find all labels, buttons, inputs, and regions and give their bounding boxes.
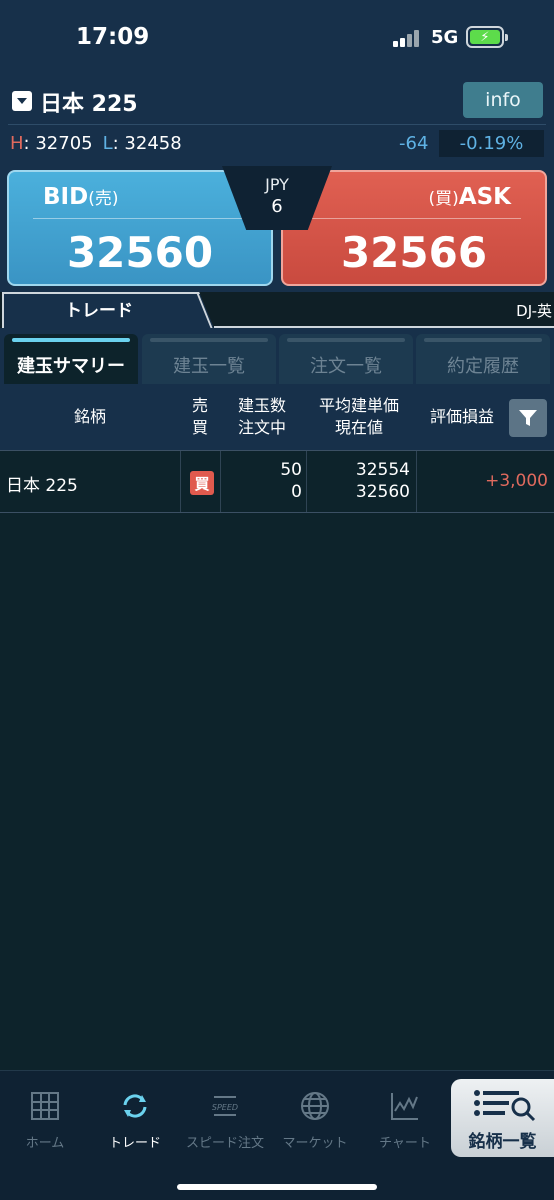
side-badge: 買: [190, 471, 214, 495]
row-quantity: 50 0: [280, 460, 302, 502]
high-label: H: [10, 133, 24, 154]
divider: [8, 124, 546, 125]
bid-price: 32560: [66, 228, 214, 277]
speed-icon: SPEED: [212, 1096, 238, 1116]
battery-icon: ⚡: [466, 26, 508, 48]
tab-dj[interactable]: DJ-英: [516, 300, 552, 321]
bottom-nav: ホーム トレード SPEED スピード注文 マーケット チャート 銘柄一覧: [0, 1070, 554, 1200]
header-pl: 評価損益: [429, 407, 494, 426]
grid-icon: [31, 1092, 59, 1120]
info-button[interactable]: info: [463, 82, 543, 118]
nav-symbol-list[interactable]: 銘柄一覧: [451, 1079, 554, 1157]
globe-icon: [301, 1092, 329, 1120]
nav-speed-order[interactable]: SPEED スピード注文: [180, 1071, 270, 1157]
high-low: H: 32705 L: 32458: [10, 133, 182, 154]
tab-position-summary[interactable]: 建玉サマリー: [4, 334, 138, 384]
low-label: L: [102, 133, 113, 154]
screen: 17:09 5G ⚡ 日本 225 info H: 32705 L: 32458 …: [0, 0, 554, 1200]
tab-order-list[interactable]: 注文一覧: [279, 334, 413, 384]
change-value: -64: [399, 133, 429, 154]
table-header: 銘柄 売買 建玉数 注文中 平均建単価 現在値 評価損益: [0, 384, 554, 450]
status-time: 17:09: [76, 24, 150, 50]
tab-execution-history[interactable]: 約定履歴: [416, 334, 550, 384]
svg-text:SPEED: SPEED: [212, 1103, 238, 1112]
row-symbol: 日本 225: [6, 476, 78, 496]
nav-trade[interactable]: トレード: [90, 1071, 180, 1157]
sub-tabs: 建玉サマリー 建玉一覧 注文一覧 約定履歴: [0, 328, 554, 384]
high-value: : 32705: [23, 133, 93, 154]
network-label: 5G: [431, 27, 459, 48]
row-pl: +3,000: [485, 471, 548, 491]
row-price: 32554 32560: [355, 460, 410, 502]
header-price: 平均建単価 現在値: [318, 396, 399, 437]
header-area: 17:09 5G ⚡ 日本 225 info H: 32705 L: 32458 …: [0, 0, 554, 162]
table-row[interactable]: 日本 225 買 50 0 32554 32560 +3,000: [0, 451, 554, 513]
symbol-row: 日本 225 info: [0, 80, 554, 124]
header-quantity: 建玉数 注文中: [237, 396, 286, 437]
list-search-icon: [474, 1090, 536, 1122]
bid-label: BID(売): [43, 184, 119, 210]
spread-currency: JPY: [265, 175, 289, 194]
header-side: 売買: [191, 396, 208, 437]
change-percent: -0.19%: [439, 130, 544, 157]
filter-icon[interactable]: [509, 399, 547, 437]
signal-icon: [393, 29, 423, 47]
low-value: : 32458: [112, 133, 182, 154]
chart-icon: [391, 1093, 418, 1120]
nav-chart[interactable]: チャート: [360, 1071, 450, 1157]
ask-label: (買)ASK: [428, 184, 511, 210]
quote-panels: BID(売) 32560 (買)ASK 32566 JPY 6: [0, 162, 554, 292]
ask-price: 32566: [340, 228, 488, 277]
refresh-arrows-icon: [123, 1094, 147, 1118]
tab-position-list[interactable]: 建玉一覧: [142, 334, 276, 384]
tab-trade[interactable]: トレード: [2, 292, 214, 328]
symbol-title[interactable]: 日本 225: [40, 86, 138, 118]
home-indicator: [177, 1184, 377, 1190]
nav-market[interactable]: マーケット: [270, 1071, 360, 1157]
main-tab-row: トレード DJ-英: [0, 292, 554, 330]
chevron-down-icon[interactable]: [12, 91, 32, 111]
header-symbol: 銘柄: [73, 407, 106, 426]
nav-home[interactable]: ホーム: [0, 1071, 90, 1157]
